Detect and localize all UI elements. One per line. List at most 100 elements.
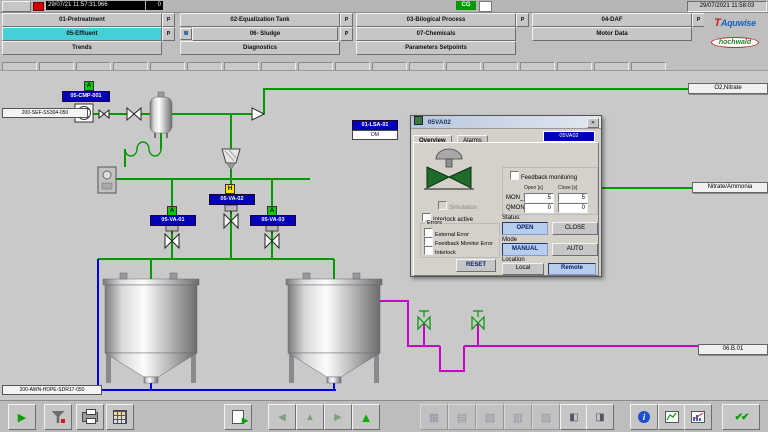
mon-t-close-field[interactable]: 5 bbox=[558, 193, 588, 203]
window-split-button-1[interactable]: ◧ bbox=[560, 404, 588, 430]
chart-icon bbox=[691, 411, 705, 423]
nav-trends[interactable]: Trends bbox=[2, 41, 162, 55]
tank-2-icon bbox=[285, 272, 383, 384]
reset-button[interactable]: RESET bbox=[456, 259, 496, 272]
filter-button[interactable] bbox=[44, 404, 72, 430]
tool-button-5[interactable]: ▨ bbox=[532, 404, 560, 430]
info-button[interactable]: i bbox=[630, 404, 658, 430]
chart-button[interactable] bbox=[684, 404, 712, 430]
page-up-button[interactable]: ▲ bbox=[352, 404, 380, 430]
aerator-icon bbox=[221, 148, 241, 171]
tool-button-2[interactable]: ▤ bbox=[448, 404, 476, 430]
close-button[interactable]: CLOSE bbox=[552, 222, 598, 235]
pump-box-icon bbox=[97, 166, 117, 194]
air-vessel-icon bbox=[149, 91, 173, 138]
export-page-icon: ▶ bbox=[232, 410, 248, 425]
tool-button-4[interactable]: ▥ bbox=[504, 404, 532, 430]
auto-button[interactable]: AUTO bbox=[552, 243, 598, 256]
motor-valve-icon bbox=[164, 204, 280, 250]
bottom-toolbar: ▶ ▶ ◀ ▲ ▶ ▲ ▦ ▤ ▧ ▥ ▨ ◧ ◨ i ✔✔ bbox=[0, 400, 768, 432]
outlet-06b01-label: 06.B.01 bbox=[698, 344, 768, 355]
printer-icon bbox=[82, 409, 98, 424]
export-button[interactable]: ▶ bbox=[224, 404, 252, 430]
nav-06-extra-icon[interactable] bbox=[180, 28, 192, 40]
nav-diagnostics[interactable]: Diagnostics bbox=[180, 41, 340, 55]
brand-mark: T bbox=[714, 17, 721, 29]
tool-icon-5: ▨ bbox=[540, 411, 552, 424]
nav-06-p-button[interactable]: P bbox=[340, 27, 353, 41]
errors-groupbox: Errors External Error Feedback Monitor E… bbox=[420, 220, 500, 258]
tool-button-3[interactable]: ▧ bbox=[476, 404, 504, 430]
tank-1-icon bbox=[102, 272, 200, 384]
valve-03-tag[interactable]: 05-VA-03 bbox=[250, 215, 296, 226]
alarm-count: 0 bbox=[146, 1, 163, 10]
double-check-icon: ✔✔ bbox=[734, 411, 750, 423]
alarm-line-button[interactable] bbox=[2, 1, 31, 12]
close-icon[interactable]: ✕ bbox=[587, 118, 599, 128]
close-seconds-header: Close [s] bbox=[558, 185, 578, 191]
valve-faceplate-dialog: 05VA02 ✕ Overview Alarms 05VA02 Simulati… bbox=[410, 115, 602, 277]
tool-button-1[interactable]: ▦ bbox=[420, 404, 448, 430]
valve-01-tag[interactable]: 05-VA-01 bbox=[150, 215, 196, 226]
qmon-t-open-field[interactable]: 0 bbox=[524, 203, 554, 213]
nav-01-pretreatment[interactable]: 01-Pretreatment bbox=[2, 13, 162, 27]
valve-02-status-badge: H bbox=[225, 184, 235, 194]
mon-t-open-field[interactable]: 5 bbox=[524, 193, 554, 203]
dialog-titlebar[interactable]: 05VA02 ✕ bbox=[411, 116, 601, 129]
nav-02-p-button[interactable]: P bbox=[340, 13, 353, 27]
open-button[interactable]: OPEN bbox=[502, 222, 548, 235]
acknowledge-button[interactable]: ✔✔ bbox=[722, 404, 760, 430]
cg-badge: CG bbox=[456, 1, 476, 10]
compressor-tag[interactable]: 05-CMP-001 bbox=[62, 91, 110, 102]
simulation-checkbox[interactable]: Simulation bbox=[438, 201, 477, 213]
feedback-monitoring-checkbox[interactable]: Feedback monitoring bbox=[510, 171, 577, 183]
level-switch-sub: DM bbox=[352, 130, 398, 140]
trend-button[interactable] bbox=[658, 404, 686, 430]
system-clock: 29/07/2021 11:58:03 bbox=[687, 1, 767, 12]
local-button[interactable]: Local bbox=[502, 263, 544, 275]
nav-03-p-button[interactable]: P bbox=[516, 13, 529, 27]
window-right-icon: ◨ bbox=[595, 411, 605, 423]
hand-valve-icon bbox=[417, 310, 485, 331]
filter-icon bbox=[51, 411, 65, 423]
errors-group-title: Errors bbox=[425, 220, 444, 227]
process-diagram-area: 200-SEF-SS304-050 200-AWN-HDPE-SDR17-050… bbox=[0, 70, 768, 401]
run-button[interactable]: ▶ bbox=[8, 404, 36, 430]
nav-03-biological-process[interactable]: 03-Bilogical Process bbox=[356, 13, 516, 27]
back-arrow-icon: ◀ bbox=[278, 411, 286, 423]
interlock-checkbox[interactable]: Interlock bbox=[424, 246, 456, 258]
remote-button[interactable]: Remote bbox=[548, 263, 596, 275]
nav-06-sludge[interactable]: 06- Sludge bbox=[192, 27, 338, 41]
trend-icon bbox=[665, 411, 679, 423]
cg-aux-box bbox=[479, 1, 492, 12]
alarm-indicator-icon bbox=[33, 2, 44, 11]
nav-05-effluent[interactable]: 05-Effluent bbox=[2, 27, 162, 41]
window-split-button-2[interactable]: ◨ bbox=[586, 404, 614, 430]
nav-05-p-button[interactable]: P bbox=[162, 27, 175, 41]
qmon-t-close-field[interactable]: 0 bbox=[558, 203, 588, 213]
alarm-slot-row bbox=[2, 58, 766, 71]
nav-07-chemicals[interactable]: 07-Chemicals bbox=[356, 27, 516, 41]
nav-motor-data[interactable]: Motor Data bbox=[532, 27, 692, 41]
valve-02-tag[interactable]: 05-VA-02 bbox=[209, 194, 255, 205]
dialog-tag-badge: 05VA02 bbox=[543, 131, 595, 142]
manual-button[interactable]: MANUAL bbox=[502, 243, 548, 256]
print-button[interactable] bbox=[76, 404, 104, 430]
nav-01-p-button[interactable]: P bbox=[162, 13, 175, 27]
forward-arrow-icon: ▶ bbox=[334, 411, 342, 423]
nav-up-button[interactable]: ▲ bbox=[296, 404, 324, 430]
nav-parameters-setpoints[interactable]: Parameters Setpoints bbox=[356, 41, 516, 55]
nav-back-button[interactable]: ◀ bbox=[268, 404, 296, 430]
nav-04-daf[interactable]: 04-DAF bbox=[532, 13, 692, 27]
page-up-icon: ▲ bbox=[359, 409, 373, 425]
report-button[interactable] bbox=[106, 404, 134, 430]
nav-02-equalization-tank[interactable]: 02-Equalization Tank bbox=[180, 13, 340, 27]
brand-logo: TAquwise hochwald bbox=[704, 13, 766, 55]
up-arrow-icon: ▲ bbox=[305, 411, 315, 423]
inlet-pipe-label: 200-SEF-SS304-050 bbox=[2, 108, 88, 118]
brand-name: Aquwise bbox=[720, 18, 756, 28]
dialog-body: Simulation Interlock active Errors Exter… bbox=[413, 142, 599, 276]
report-grid-icon bbox=[113, 410, 127, 424]
nav-forward-button[interactable]: ▶ bbox=[324, 404, 352, 430]
hochwald-logo: hochwald bbox=[710, 37, 760, 48]
